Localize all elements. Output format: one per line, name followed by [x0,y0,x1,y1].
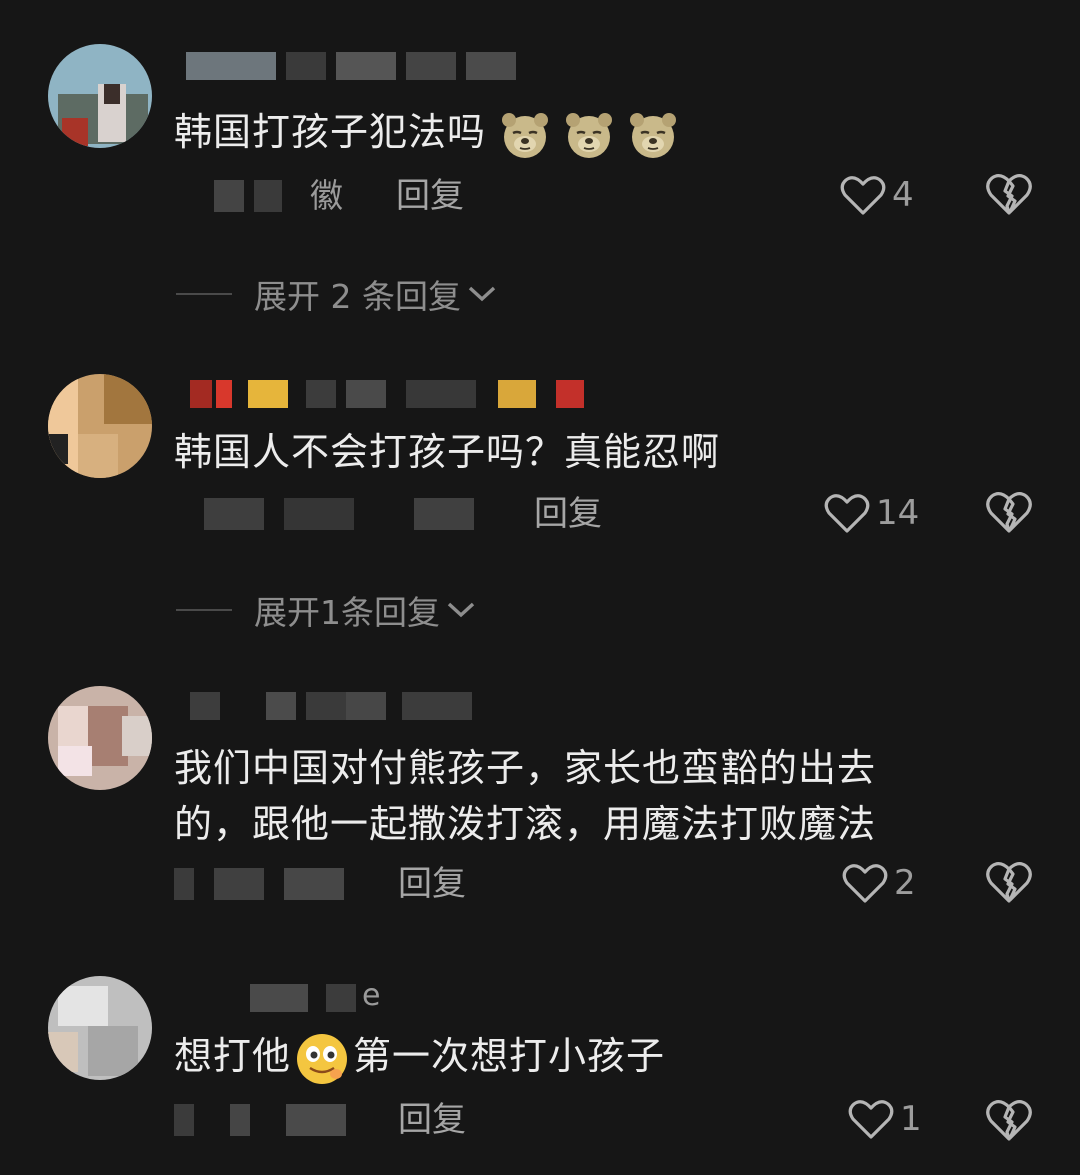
date-blurred [254,180,282,212]
avatar[interactable] [48,44,152,148]
comment-text: 我们中国对付熊孩子，家长也蛮豁的出去 [174,740,876,796]
comment-text: 的，跟他一起撒泼打滚，用魔法打败魔法 [174,796,876,852]
date-blurred [414,498,474,530]
broken-heart-icon[interactable] [985,170,1033,218]
reply-button[interactable]: 回复 [396,176,464,216]
broken-heart-icon[interactable] [985,488,1033,536]
broken-heart-icon[interactable] [985,1096,1033,1144]
comment-text: 韩国打孩子犯法吗 [174,104,678,160]
comment-text-before: 想打他 [174,1034,292,1078]
like-count: 1 [900,1099,922,1139]
date-blurred [204,498,264,530]
expand-replies-button[interactable]: 展开 2 条回复 [176,272,497,316]
bear-emoji-icon [630,112,677,158]
like-count: 4 [892,175,914,215]
heart-outline-icon [840,176,886,215]
avatar[interactable] [48,374,152,478]
heart-outline-icon [842,864,888,903]
broken-heart-icon[interactable] [985,858,1033,906]
date-blurred [284,868,344,900]
like-button[interactable]: 4 [840,171,914,219]
date-blurred [230,1104,250,1136]
date-blurred [174,1104,194,1136]
comment-text-content: 韩国人不会打孩子吗？真能忍啊 [174,430,721,474]
expand-label: 展开 2 条回复 [254,277,461,316]
comment-text-line2: 的，跟他一起撒泼打滚，用魔法打败魔法 [174,802,877,846]
comment-meta [174,864,394,904]
comment-meta [174,494,494,534]
chevron-down-icon [447,602,475,618]
divider-line [176,293,232,295]
location-text: 徽 [310,176,343,215]
date-blurred [174,868,194,900]
like-button[interactable]: 1 [848,1095,922,1143]
reply-button[interactable]: 回复 [398,1100,466,1140]
reply-button[interactable]: 回复 [534,494,602,534]
heart-outline-icon [824,494,870,533]
expand-replies-button[interactable]: 展开1条回复 [176,588,476,632]
drooling-smile-emoji-icon [297,1033,348,1084]
comment-text-after: 第一次想打小孩子 [353,1034,666,1078]
comment-text: 韩国人不会打孩子吗？真能忍啊 [174,424,720,480]
divider-line [176,609,232,611]
chevron-down-icon [468,286,496,302]
bear-emoji-icon [566,112,613,158]
comment-meta [174,1100,394,1140]
like-count: 2 [894,863,916,903]
date-blurred [214,180,244,212]
date-blurred [286,1104,346,1136]
avatar[interactable] [48,686,152,790]
username-partial: e [362,978,381,1013]
like-button[interactable]: 14 [824,489,919,537]
expand-label: 展开1条回复 [254,593,440,632]
like-count: 14 [876,493,920,533]
comment-text-line1: 我们中国对付熊孩子，家长也蛮豁的出去 [174,746,877,790]
comment-text-content: 韩国打孩子犯法吗 [174,110,487,154]
reply-button[interactable]: 回复 [398,864,466,904]
date-blurred [214,868,264,900]
date-blurred [284,498,354,530]
comment-text: 想打他 第一次想打小孩子 [174,1028,665,1088]
like-button[interactable]: 2 [842,859,916,907]
avatar[interactable] [48,976,152,1080]
heart-outline-icon [848,1100,894,1139]
bear-emoji-icon [502,112,549,158]
